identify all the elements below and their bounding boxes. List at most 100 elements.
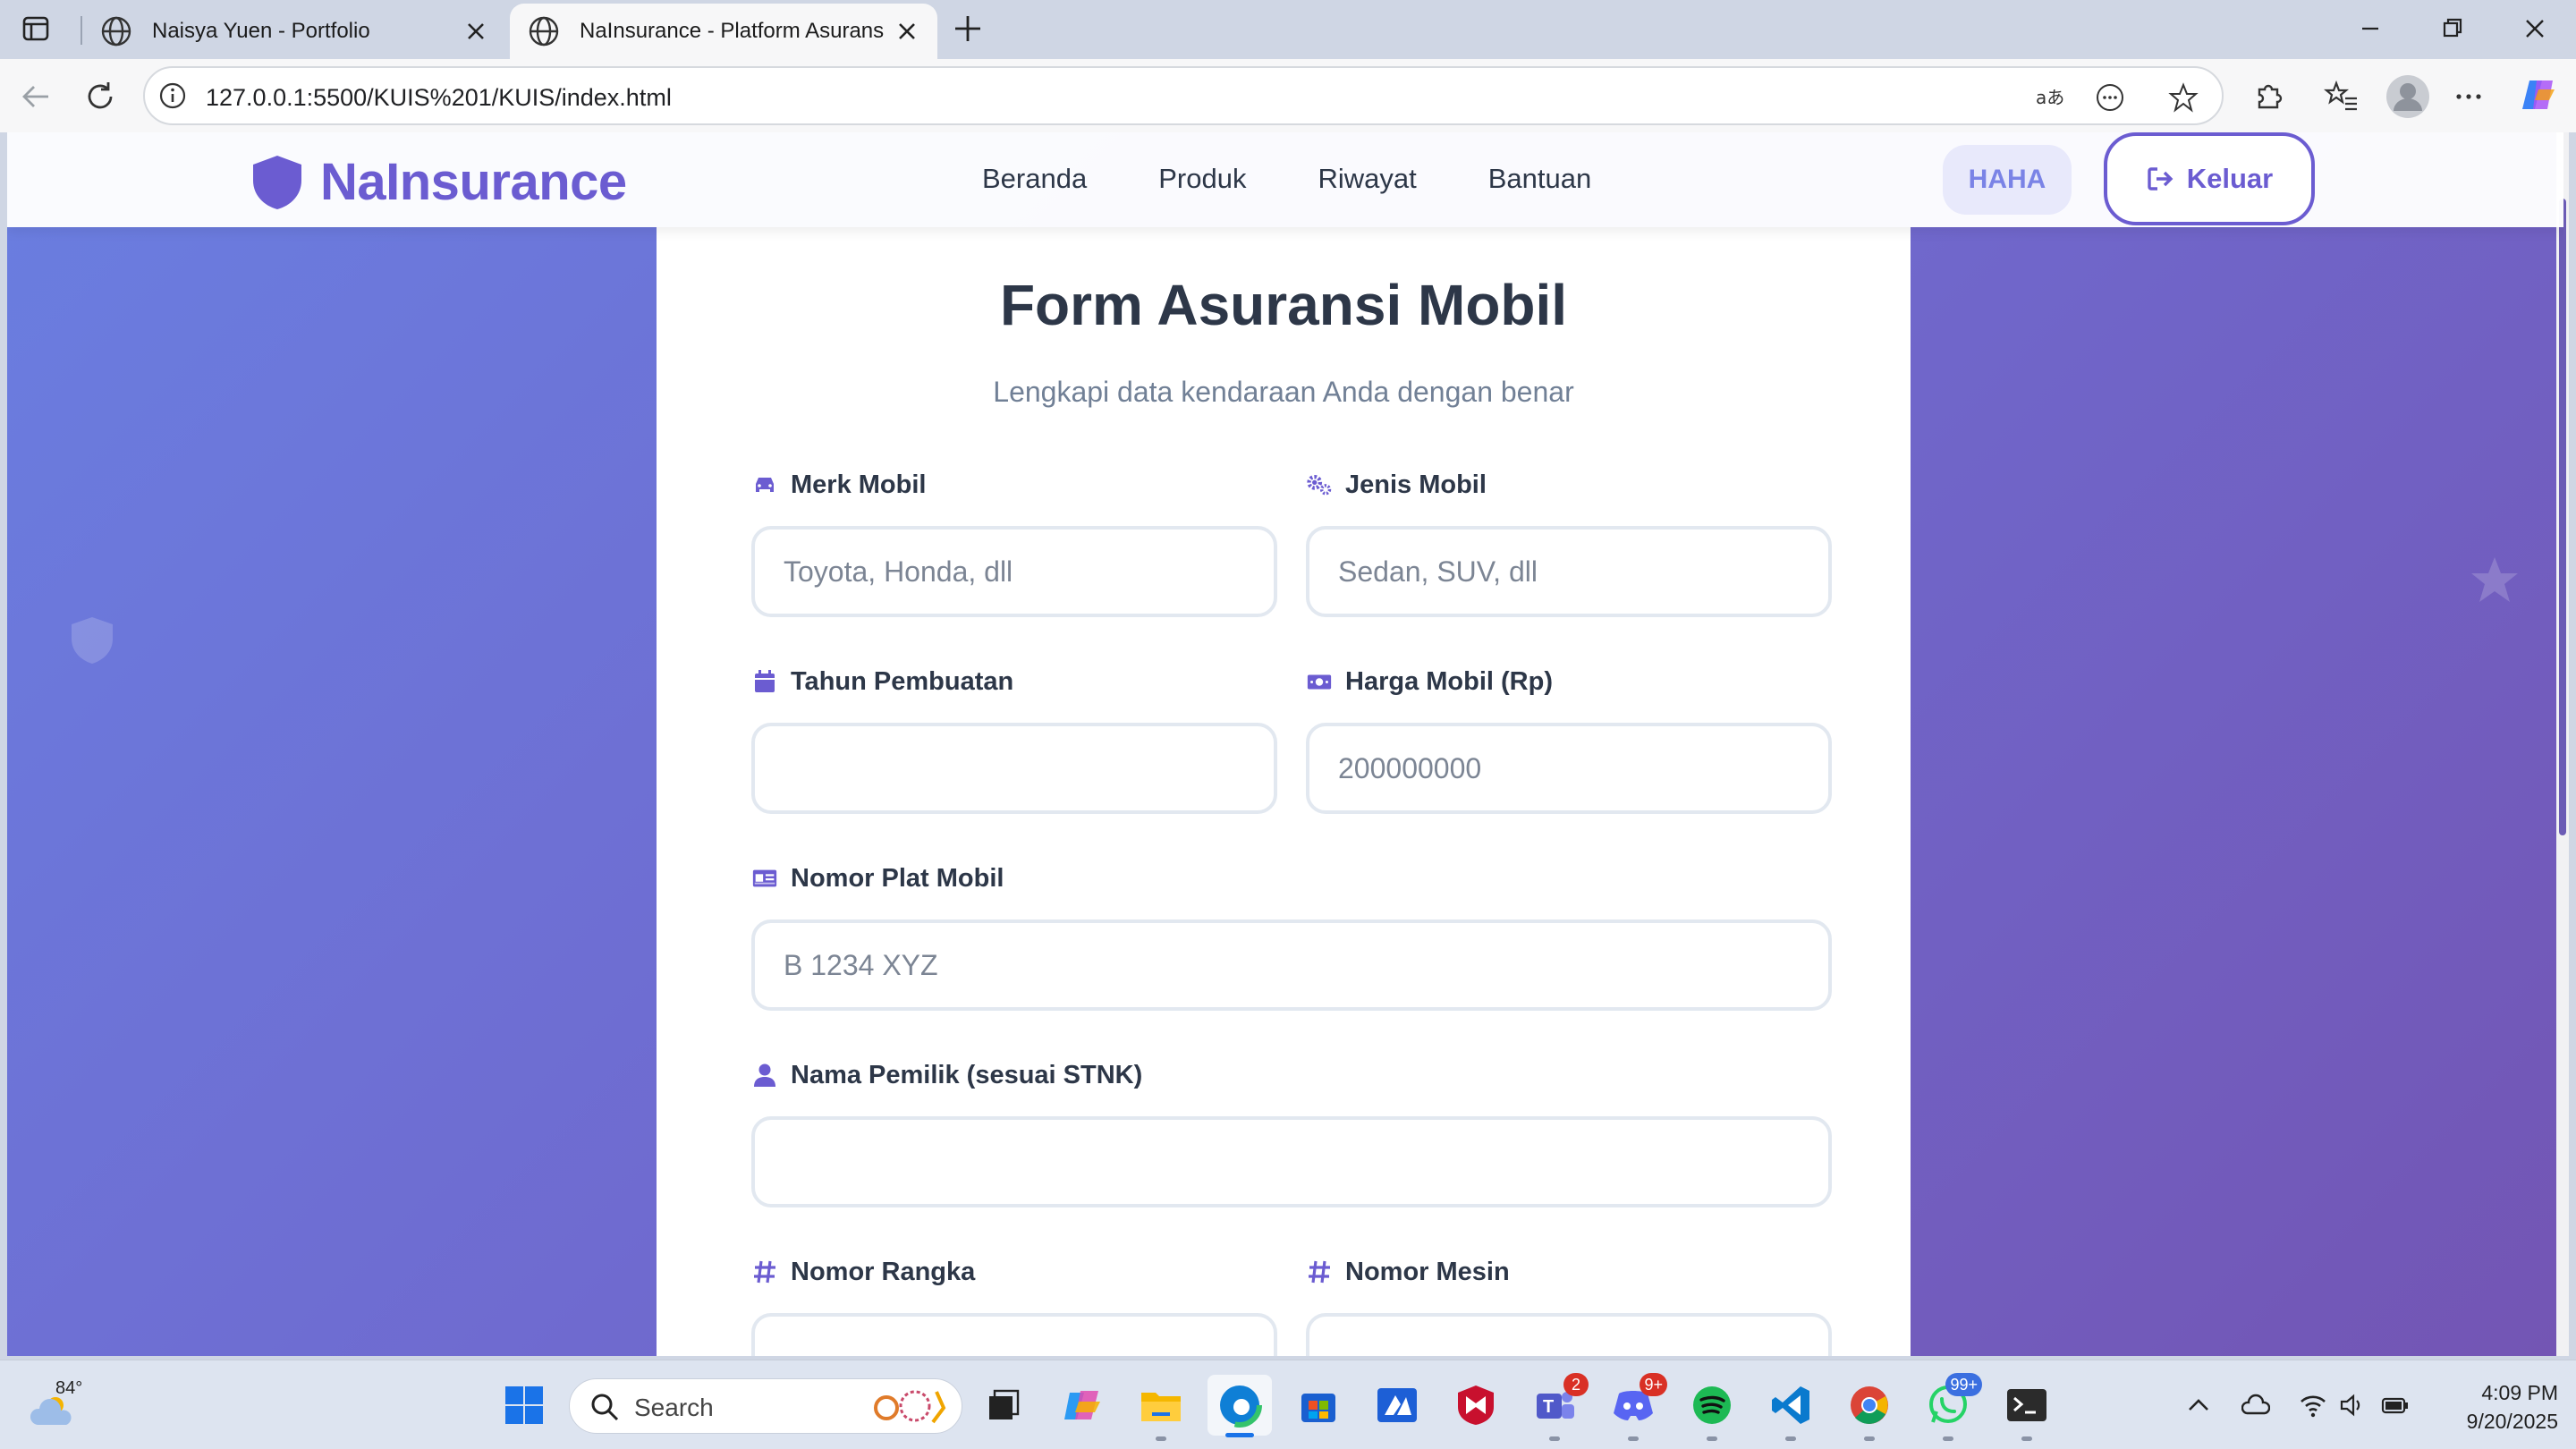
mesin-label: Nomor Mesin — [1345, 1257, 1510, 1286]
settings-more-icon[interactable] — [2451, 79, 2487, 114]
nav-link-beranda[interactable]: Beranda — [982, 163, 1087, 195]
favorites-icon[interactable] — [2324, 79, 2360, 114]
teams-badge: 2 — [1563, 1373, 1589, 1396]
user-icon — [754, 1063, 775, 1087]
new-tab-icon[interactable] — [950, 13, 986, 45]
jenis-label: Jenis Mobil — [1345, 470, 1487, 499]
nomor-plat-input[interactable] — [751, 919, 1832, 1011]
svg-text:aあ: aあ — [2036, 87, 2064, 108]
field-nomor-mesin: Nomor Mesin — [1306, 1254, 1832, 1356]
field-tahun-pembuatan: Tahun Pembuatan — [751, 664, 1277, 814]
tab-actions-icon[interactable] — [18, 13, 54, 45]
taskbar-mcafee[interactable] — [1451, 1380, 1501, 1430]
reload-icon[interactable] — [82, 79, 118, 114]
taskbar-file-explorer[interactable] — [1136, 1380, 1186, 1441]
rangka-label: Nomor Rangka — [791, 1257, 976, 1286]
form-subtitle: Lengkapi data kendaraan Anda dengan bena… — [993, 376, 1574, 408]
battery-icon[interactable] — [2381, 1391, 2410, 1419]
volume-icon[interactable] — [2338, 1391, 2367, 1419]
close-tab-icon[interactable] — [894, 19, 919, 44]
jenis-mobil-input[interactable] — [1306, 526, 1832, 617]
copilot-icon[interactable] — [2517, 73, 2560, 116]
tahun-pembuatan-input[interactable] — [751, 723, 1277, 814]
tab-nainsurance[interactable]: NaInsurance - Platform Asuransi T — [510, 4, 937, 59]
whatsapp-badge: 99+ — [1945, 1373, 1982, 1396]
start-button[interactable] — [499, 1380, 549, 1430]
tab-portfolio[interactable]: Naisya Yuen - Portfolio — [82, 4, 506, 59]
globe-icon — [101, 16, 131, 47]
nav-link-riwayat[interactable]: Riwayat — [1318, 163, 1416, 195]
decorative-shield-icon — [72, 617, 113, 664]
windows-taskbar: 84° Search T2 9+ 99+ 4:09 PM 9/20/2025 — [0, 1360, 2576, 1449]
page-scrollbar[interactable] — [2556, 132, 2569, 1356]
pemilik-label: Nama Pemilik (sesuai STNK) — [791, 1060, 1143, 1089]
site-navbar: NaInsurance Beranda Produk Riwayat Bantu… — [7, 132, 2563, 227]
address-bar[interactable]: 127.0.0.1:5500/KUIS%201/KUIS/index.html … — [143, 66, 2224, 125]
site-info-icon[interactable] — [157, 80, 188, 111]
harga-mobil-input[interactable] — [1306, 723, 1832, 814]
clock-date: 9/20/2025 — [2466, 1410, 2558, 1433]
taskbar-copilot[interactable] — [1057, 1380, 1107, 1430]
taskbar-terminal[interactable] — [2002, 1380, 2052, 1441]
close-window-icon[interactable] — [2519, 14, 2551, 43]
translate-icon[interactable]: aあ — [2034, 82, 2064, 113]
profile-avatar-icon[interactable] — [2385, 73, 2431, 120]
discord-badge: 9+ — [1640, 1373, 1667, 1396]
favorite-star-icon[interactable] — [2168, 82, 2199, 113]
taskbar-discord[interactable]: 9+ — [1608, 1373, 1667, 1441]
nav-link-produk[interactable]: Produk — [1158, 163, 1246, 195]
taskbar-vscode[interactable] — [1766, 1380, 1816, 1441]
terminal-icon — [2007, 1389, 2046, 1421]
copilot-app-icon — [1064, 1391, 1100, 1419]
restore-icon[interactable] — [2436, 14, 2469, 43]
hash-icon — [754, 1260, 775, 1284]
scrollbar-thumb[interactable] — [2559, 199, 2566, 835]
main-menu: Beranda Produk Riwayat Bantuan — [982, 163, 1591, 195]
field-nomor-rangka: Nomor Rangka — [751, 1254, 1277, 1356]
taskbar-task-view[interactable] — [979, 1380, 1029, 1430]
nomor-rangka-input[interactable] — [751, 1313, 1277, 1356]
clock-time: 4:09 PM — [2481, 1381, 2558, 1404]
taskbar-chrome[interactable] — [1844, 1380, 1894, 1441]
taskbar-teams[interactable]: T2 — [1530, 1373, 1589, 1441]
nav-link-bantuan[interactable]: Bantuan — [1488, 163, 1592, 195]
field-jenis-mobil: Jenis Mobil — [1306, 467, 1832, 617]
minimize-icon[interactable] — [2354, 14, 2386, 43]
logout-label: Keluar — [2186, 163, 2274, 194]
field-nomor-plat: Nomor Plat Mobil — [751, 860, 1832, 1011]
car-icon — [756, 478, 774, 492]
onedrive-cloud-icon[interactable] — [2241, 1391, 2270, 1419]
brand-logo[interactable]: NaInsurance — [250, 152, 627, 212]
field-nama-pemilik: Nama Pemilik (sesuai STNK) — [751, 1057, 1832, 1208]
search-highlight-icon — [874, 1390, 946, 1424]
nama-pemilik-input[interactable] — [751, 1116, 1832, 1208]
wifi-icon[interactable] — [2299, 1391, 2327, 1419]
more-actions-icon[interactable] — [2095, 82, 2125, 113]
close-tab-icon[interactable] — [463, 19, 488, 44]
extensions-icon[interactable] — [2250, 79, 2286, 114]
back-icon[interactable] — [18, 79, 54, 114]
taskbar-dev-app[interactable] — [1372, 1380, 1422, 1430]
taskbar-edge[interactable] — [1208, 1375, 1272, 1437]
user-badge[interactable]: HAHA — [1943, 145, 2072, 215]
merk-mobil-input[interactable] — [751, 526, 1277, 617]
tab-title: NaInsurance - Platform Asuransi T — [580, 19, 884, 43]
weather-widget[interactable]: 84° — [25, 1377, 88, 1434]
taskbar-store[interactable] — [1293, 1380, 1343, 1430]
store-icon — [1301, 1394, 1335, 1422]
windows-logo-icon — [505, 1386, 543, 1424]
browser-toolbar: 127.0.0.1:5500/KUIS%201/KUIS/index.html … — [0, 59, 2576, 132]
nomor-mesin-input[interactable] — [1306, 1313, 1832, 1356]
taskbar-spotify[interactable] — [1687, 1380, 1737, 1441]
id-card-icon — [752, 869, 777, 887]
show-hidden-icons-chevron-icon[interactable] — [2184, 1391, 2213, 1419]
system-clock[interactable]: 4:09 PM 9/20/2025 — [2415, 1378, 2558, 1436]
plat-label: Nomor Plat Mobil — [791, 863, 1004, 893]
svg-text:T: T — [1543, 1397, 1554, 1417]
field-harga-mobil: Harga Mobil (Rp) — [1306, 664, 1832, 814]
taskbar-search[interactable]: Search — [569, 1378, 962, 1434]
search-icon — [591, 1394, 619, 1421]
taskbar-whatsapp[interactable]: 99+ — [1923, 1373, 1982, 1441]
globe-icon — [529, 16, 559, 47]
logout-button[interactable]: Keluar — [2104, 132, 2315, 225]
